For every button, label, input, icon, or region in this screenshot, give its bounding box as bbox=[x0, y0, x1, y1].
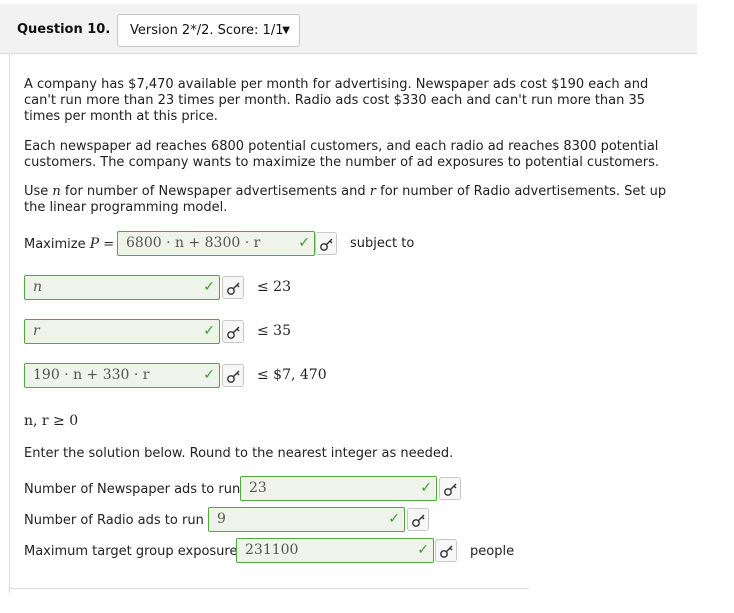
nonnegativity-constraint: n, r ≥ 0 bbox=[24, 413, 79, 429]
checkmark-icon: ✓ bbox=[417, 542, 429, 558]
var-n: n bbox=[52, 184, 61, 199]
question-header: Question 10. Version 2*/2. Score: 1/1 ▼ bbox=[0, 4, 697, 54]
problem-paragraph-2: Each newspaper ad reaches 6800 potential… bbox=[24, 139, 660, 170]
constraint-input-3[interactable]: 190 · n + 330 · r ✓ bbox=[24, 363, 220, 388]
constraint-rhs-1: ≤ 23 bbox=[257, 279, 291, 295]
version-select[interactable]: Version 2*/2. Score: 1/1 ▼ bbox=[117, 14, 300, 47]
constraint-input-2[interactable]: r ✓ bbox=[24, 319, 220, 344]
solution-prompt: Enter the solution below. Round to the n… bbox=[24, 446, 454, 461]
key-icon[interactable] bbox=[439, 477, 461, 500]
constraint-rhs-2: ≤ 35 bbox=[257, 323, 291, 339]
key-icon[interactable] bbox=[435, 539, 457, 562]
objective-input[interactable]: 6800 · n + 8300 · r ✓ bbox=[117, 231, 315, 256]
checkmark-icon: ✓ bbox=[203, 323, 215, 339]
answer-label-newspaper: Number of Newspaper ads to run is bbox=[24, 482, 255, 497]
version-select-value: Version 2*/2. Score: 1/1 bbox=[130, 23, 284, 38]
answer-input-newspaper[interactable]: 23 ✓ bbox=[240, 476, 437, 501]
answer-label-exposure: Maximum target group exposure is bbox=[24, 544, 252, 559]
question-label: Question 10. bbox=[17, 22, 111, 37]
answer-label-radio: Number of Radio ads to run is bbox=[24, 513, 219, 528]
constraint-input-1[interactable]: n ✓ bbox=[24, 275, 220, 300]
checkmark-icon: ✓ bbox=[298, 235, 310, 251]
answer-input-radio[interactable]: 9 ✓ bbox=[208, 507, 405, 532]
dropdown-caret-icon: ▼ bbox=[282, 25, 290, 36]
answer-suffix-people: people bbox=[470, 544, 515, 559]
checkmark-icon: ✓ bbox=[203, 279, 215, 295]
objective-label: Maximize P = bbox=[24, 236, 115, 252]
checkmark-icon: ✓ bbox=[203, 367, 215, 383]
problem-paragraph-3: Use n for number of Newspaper advertisem… bbox=[24, 184, 667, 215]
key-icon[interactable] bbox=[222, 276, 244, 299]
key-icon[interactable] bbox=[222, 364, 244, 387]
checkmark-icon: ✓ bbox=[388, 511, 400, 527]
answer-input-exposure[interactable]: 231100 ✓ bbox=[236, 538, 434, 563]
content-border bbox=[9, 53, 10, 593]
key-icon[interactable] bbox=[407, 508, 429, 531]
content-divider bbox=[9, 588, 529, 589]
checkmark-icon: ✓ bbox=[420, 480, 432, 496]
subject-to-label: subject to bbox=[350, 236, 415, 251]
key-icon[interactable] bbox=[315, 232, 337, 255]
constraint-rhs-3: ≤ $7, 470 bbox=[257, 367, 327, 383]
key-icon[interactable] bbox=[222, 320, 244, 343]
problem-paragraph-1: A company has $7,470 available per month… bbox=[24, 77, 649, 124]
